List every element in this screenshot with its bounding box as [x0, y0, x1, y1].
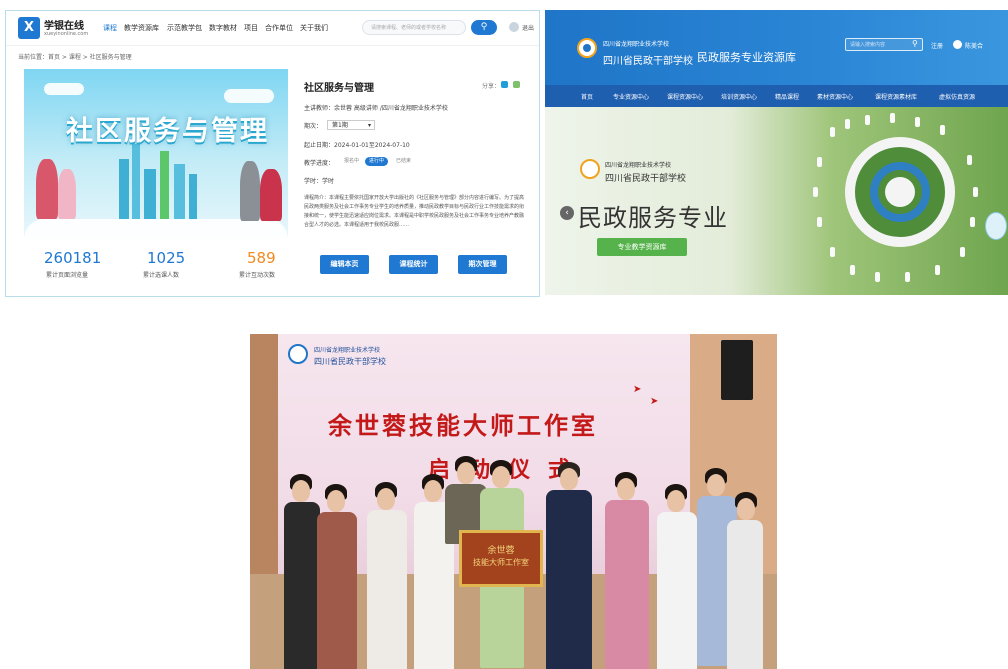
avatar[interactable]: [953, 40, 962, 49]
nav-item-home[interactable]: 首页: [581, 92, 593, 101]
course-dates: 起止日期：2024-01-01至2024-07-10: [304, 142, 410, 149]
nav-item-training-resources[interactable]: 培训资源中心: [721, 92, 757, 101]
nav-item-course-material-library[interactable]: 课程资源素材库: [875, 92, 917, 101]
nav-item-virtual-simulation[interactable]: 虚拟仿真资源: [939, 92, 975, 101]
banner-school-name: 四川省民政干部学校: [605, 174, 687, 184]
course-credits: 学时：学时: [304, 178, 335, 185]
lead-teacher: 主讲教师：余世蓉 高级讲师 /四川省龙翔职业技术学校: [304, 105, 448, 112]
ceremony-photo: 四川省龙翔职业技术学校 四川省民政干部学校 ➤ ➤ 余世蓉技能大师工作室 启动仪…: [250, 334, 777, 669]
site-logo-subtext: xueyinonline.com: [44, 31, 89, 37]
search-button[interactable]: ⚲: [471, 20, 497, 35]
stat-page-views-value: 260181: [44, 249, 102, 267]
course-title: 社区服务与管理: [304, 83, 374, 94]
search-icon[interactable]: ⚲: [912, 39, 918, 48]
search-input[interactable]: 请搜索课程、老师的或者学校名称: [362, 20, 466, 35]
main-nav: 首页 专业资源中心 课程资源中心 培训资源中心 精品课程 素材资源中心 课程资源…: [545, 85, 1008, 107]
progress-label: 教学进度：: [304, 160, 335, 167]
nav-item-quality-courses[interactable]: 精品课程: [775, 92, 799, 101]
register-link[interactable]: 注册: [931, 41, 943, 50]
course-page-screenshot: X 学银在线 xueyinonline.com 课程 教学资源库 示范教学包 数…: [5, 10, 540, 297]
term-select-value: 第1期: [332, 122, 348, 129]
course-description: 课程简介：本课程主要依托国家开放大学出版社的《社区服务与管理》部分内容进行编写。…: [304, 195, 525, 228]
share-wechat-icon[interactable]: [513, 81, 520, 88]
carousel-prev-icon[interactable]: ‹: [560, 206, 574, 220]
course-stats-button[interactable]: 课程统计: [389, 255, 438, 274]
nav-item-partners[interactable]: 合作单位: [265, 23, 293, 33]
school-name: 四川省民政干部学校: [603, 56, 693, 67]
school-logo-icon[interactable]: [577, 38, 597, 58]
screen-school-logo-icon: [288, 344, 308, 364]
share-label: 分享：: [482, 83, 501, 90]
nav-item-demo-packages[interactable]: 示范教学包: [167, 23, 202, 33]
edit-page-button[interactable]: 编辑本页: [320, 255, 369, 274]
chevron-down-icon: ▾: [367, 122, 371, 129]
user-name[interactable]: 陈美合: [965, 41, 983, 50]
share-qzone-icon[interactable]: [501, 81, 508, 88]
search-icon: ⚲: [480, 22, 488, 32]
site-title: 民政服务专业资源库: [697, 51, 796, 64]
logout-link[interactable]: 退出: [522, 23, 534, 32]
stat-interactions-label: 累计互动次数: [239, 272, 276, 279]
resource-library-screenshot: 四川省龙翔职业技术学校 四川省民政干部学校 民政服务专业资源库 请输入搜索内容 …: [545, 10, 1008, 295]
nav-item-resource-library[interactable]: 教学资源库: [124, 23, 159, 33]
nav-item-professional-resources[interactable]: 专业资源中心: [613, 92, 649, 101]
breadcrumb: 当前位置：首页 > 课程 > 社区服务与管理: [18, 54, 132, 61]
nav-item-digital-textbooks[interactable]: 数字教材: [209, 23, 237, 33]
progress-state-ended: 已结束: [396, 158, 412, 164]
award-plaque: 余世蓉 技能大师工作室: [459, 530, 543, 587]
plaque-line-2: 技能大师工作室: [473, 558, 529, 567]
stat-page-views-label: 累计页面浏览量: [46, 272, 89, 279]
banner-school-name-secondary: 四川省龙翔职业技术学校: [605, 162, 672, 169]
nav-item-courses[interactable]: 课程: [103, 23, 117, 33]
avatar[interactable]: [509, 22, 519, 32]
bird-icon: ➤: [633, 384, 642, 395]
screen-school-name-secondary: 四川省龙翔职业技术学校: [314, 347, 381, 354]
term-select[interactable]: 第1期 ▾: [327, 120, 375, 130]
nav-item-projects[interactable]: 项目: [244, 23, 258, 33]
nav-item-course-resources[interactable]: 课程资源中心: [667, 92, 703, 101]
teaching-library-button[interactable]: 专业教学资源库: [597, 238, 687, 256]
school-name-secondary: 四川省龙翔职业技术学校: [603, 41, 670, 48]
xueyin-logo-icon[interactable]: X: [18, 17, 40, 39]
nav-item-material-resources[interactable]: 素材资源中心: [817, 92, 853, 101]
speaker-icon: [721, 340, 753, 400]
screen-title: 余世蓉技能大师工作室: [328, 411, 598, 440]
term-label: 期次：: [304, 123, 323, 130]
mascot-icon: [985, 212, 1007, 240]
nav-item-about[interactable]: 关于我们: [300, 23, 328, 33]
site-header: 四川省龙翔职业技术学校 四川省民政干部学校 民政服务专业资源库 请输入搜索内容 …: [545, 10, 1008, 85]
course-cover-image: 社区服务与管理: [24, 69, 288, 239]
top-nav-bar: X 学银在线 xueyinonline.com 课程 教学资源库 示范教学包 数…: [6, 11, 539, 46]
bird-icon: ➤: [650, 396, 659, 407]
hero-banner: 四川省龙翔职业技术学校 四川省民政干部学校 ‹ 民政服务专业 专业教学资源库: [545, 107, 1008, 295]
stat-enrollment-label: 累计选课人数: [143, 272, 180, 279]
term-management-button[interactable]: 期次管理: [458, 255, 507, 274]
stat-enrollment-value: 1025: [147, 249, 186, 267]
site-logo-text[interactable]: 学银在线: [44, 17, 84, 32]
banner-title: 民政服务专业: [578, 204, 728, 232]
screen-school-name: 四川省民政干部学校: [314, 357, 386, 366]
stat-interactions-value: 589: [247, 249, 276, 267]
banner-school-logo-icon: [580, 159, 600, 179]
progress-state-enrolling: 报名中: [344, 158, 360, 164]
cover-title: 社区服务与管理: [66, 116, 269, 147]
plaque-line-1: 余世蓉: [487, 546, 515, 556]
progress-state-active: 进行中: [365, 157, 389, 166]
